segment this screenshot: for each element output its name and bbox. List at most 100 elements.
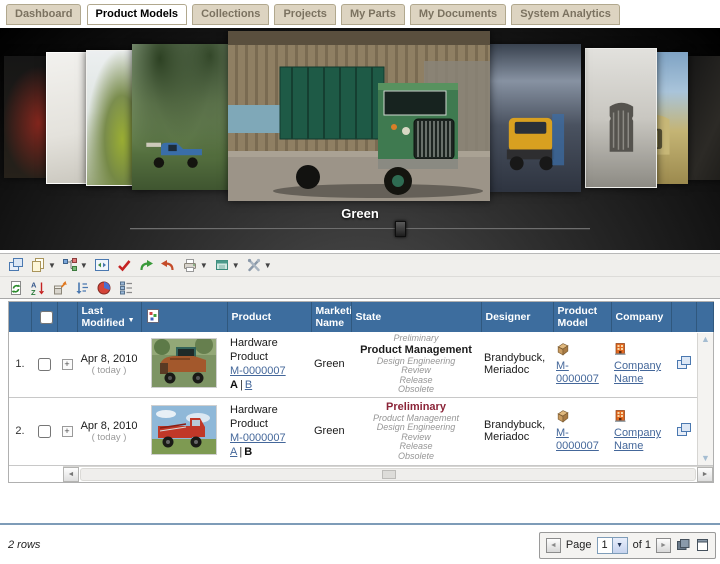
product-image-carousel: Green	[0, 28, 720, 250]
company-link[interactable]: Company Name	[614, 427, 661, 452]
compare-window-icon[interactable]	[91, 255, 113, 275]
header-designer[interactable]: Designer	[481, 302, 553, 332]
results-table: Last Modified▼ Product Marketing Name St…	[8, 301, 714, 483]
expand-toggle[interactable]: +	[62, 359, 73, 370]
refresh-icon[interactable]	[5, 278, 27, 298]
date-note: ( today )	[80, 432, 138, 443]
view-columns-icon[interactable]	[115, 278, 137, 298]
header-product-model[interactable]: Product Model	[553, 302, 611, 332]
company-link[interactable]: Company Name	[614, 360, 661, 385]
carousel-card-blue-truck[interactable]	[132, 44, 232, 190]
chevron-down-icon: ▼	[264, 261, 272, 270]
scroll-left-icon[interactable]: ◄	[63, 467, 79, 482]
carousel-slider-thumb[interactable]	[395, 221, 406, 237]
header-state[interactable]: State	[351, 302, 481, 332]
maximize-window-icon[interactable]	[696, 538, 709, 552]
tools-icon[interactable]: ▼	[243, 255, 275, 275]
open-in-window-icon[interactable]	[676, 538, 691, 552]
header-company[interactable]: Company	[611, 302, 671, 332]
tab-my-parts[interactable]: My Parts	[341, 4, 405, 25]
product-model-link[interactable]: M-0000007	[556, 427, 599, 452]
previous-page-button[interactable]: ◄	[546, 538, 561, 553]
carousel-center-image-green-truck[interactable]	[228, 31, 490, 201]
svg-text:Z: Z	[31, 288, 36, 296]
chevron-down-icon: ▼	[232, 261, 240, 270]
scroll-down-icon[interactable]: ▼	[701, 454, 710, 463]
row-number: 2.	[9, 397, 31, 465]
header-last-modified[interactable]: Last Modified▼	[77, 302, 141, 332]
horizontal-scroll-track[interactable]	[80, 468, 696, 481]
scroll-right-icon[interactable]: ►	[697, 467, 713, 482]
red-check-icon[interactable]	[113, 255, 135, 275]
page-label: Page	[566, 539, 592, 551]
horizontal-scroll-thumb[interactable]	[382, 470, 396, 479]
company-building-icon	[614, 409, 627, 423]
last-modified-date: Apr 8, 2010	[80, 420, 138, 432]
row-checkbox[interactable]	[38, 425, 51, 438]
header-thumbnail[interactable]	[141, 302, 227, 332]
horizontal-scrollbar[interactable]: ◄ ►	[63, 466, 713, 482]
marketing-name-cell: Green	[311, 332, 351, 397]
tab-projects[interactable]: Projects	[274, 4, 335, 25]
carousel-card-yellow-truck[interactable]	[487, 44, 581, 192]
product-type: Hardware Product	[230, 403, 308, 431]
chevron-down-icon: ▼	[80, 261, 88, 270]
product-number-link[interactable]: M-0000007	[230, 365, 286, 377]
product-number-link[interactable]: M-0000007	[230, 432, 286, 444]
table-row: 1. + Apr 8, 2010( today ) Hardware Produ…	[9, 332, 713, 397]
chevron-down-icon: ▼	[200, 261, 208, 270]
chevron-down-icon: ▼	[48, 261, 56, 270]
tab-product-models[interactable]: Product Models	[87, 4, 188, 25]
next-page-button[interactable]: ►	[656, 538, 671, 553]
version-current: B	[244, 446, 252, 458]
page-select-value: 1	[598, 538, 612, 553]
header-print	[671, 302, 696, 332]
state-item: Preliminary	[354, 334, 478, 344]
structure-icon[interactable]: ▼	[59, 255, 91, 275]
expand-toggle[interactable]: +	[62, 426, 73, 437]
state-item: Obsolete	[354, 385, 478, 395]
row-thumbnail-rusty-truck[interactable]	[151, 338, 217, 388]
print-preview-icon[interactable]	[5, 255, 27, 275]
select-all-checkbox[interactable]	[40, 311, 53, 324]
filter-box-icon[interactable]	[49, 278, 71, 298]
tab-my-documents[interactable]: My Documents	[410, 4, 506, 25]
version-separator: |	[238, 379, 245, 391]
sort-multi-icon[interactable]	[71, 278, 93, 298]
product-type: Hardware Product	[230, 336, 308, 364]
check-out-icon[interactable]	[157, 255, 179, 275]
header-product[interactable]: Product	[227, 302, 311, 332]
page-select[interactable]: 1 ▼	[597, 537, 628, 554]
product-model-link[interactable]: M-0000007	[556, 360, 599, 385]
pie-chart-icon[interactable]	[93, 278, 115, 298]
carousel-slider-track[interactable]	[130, 228, 590, 230]
table-toolbar: ▼ ▼ ▼ ▼ ▼ AZ	[0, 253, 720, 299]
row-print-icon[interactable]	[676, 422, 692, 438]
vertical-scrollbar[interactable]: ▲ ▼	[697, 333, 713, 465]
row-print-icon[interactable]	[676, 355, 692, 371]
current-state: Product Management	[354, 344, 478, 357]
header-rownum	[9, 302, 31, 332]
tab-collections[interactable]: Collections	[192, 4, 269, 25]
scroll-up-icon[interactable]: ▲	[701, 335, 710, 344]
product-model-box-icon	[556, 342, 570, 356]
check-in-icon[interactable]	[135, 255, 157, 275]
tab-dashboard[interactable]: Dashboard	[6, 4, 81, 25]
header-marketing-name[interactable]: Marketing Name	[311, 302, 351, 332]
footer: 2 rows ◄ Page 1 ▼ of 1 ►	[0, 525, 720, 559]
state-item: Obsolete	[354, 452, 478, 462]
row-thumbnail-fire-truck[interactable]	[151, 405, 217, 455]
chevron-down-icon[interactable]: ▼	[612, 538, 627, 553]
version-current: A	[230, 379, 238, 391]
version-link[interactable]: B	[245, 379, 252, 391]
carousel-card-vintage-grille[interactable]	[585, 48, 657, 188]
printer-icon[interactable]: ▼	[179, 255, 211, 275]
sort-descending-icon[interactable]: ▼	[128, 317, 135, 324]
designer-cell: Brandybuck,Meriadoc	[481, 332, 553, 397]
row-checkbox[interactable]	[38, 358, 51, 371]
copy-icon[interactable]: ▼	[27, 255, 59, 275]
header-expand	[57, 302, 77, 332]
sort-az-icon[interactable]: AZ	[27, 278, 49, 298]
tab-system-analytics[interactable]: System Analytics	[511, 4, 620, 25]
table-export-icon[interactable]: ▼	[211, 255, 243, 275]
